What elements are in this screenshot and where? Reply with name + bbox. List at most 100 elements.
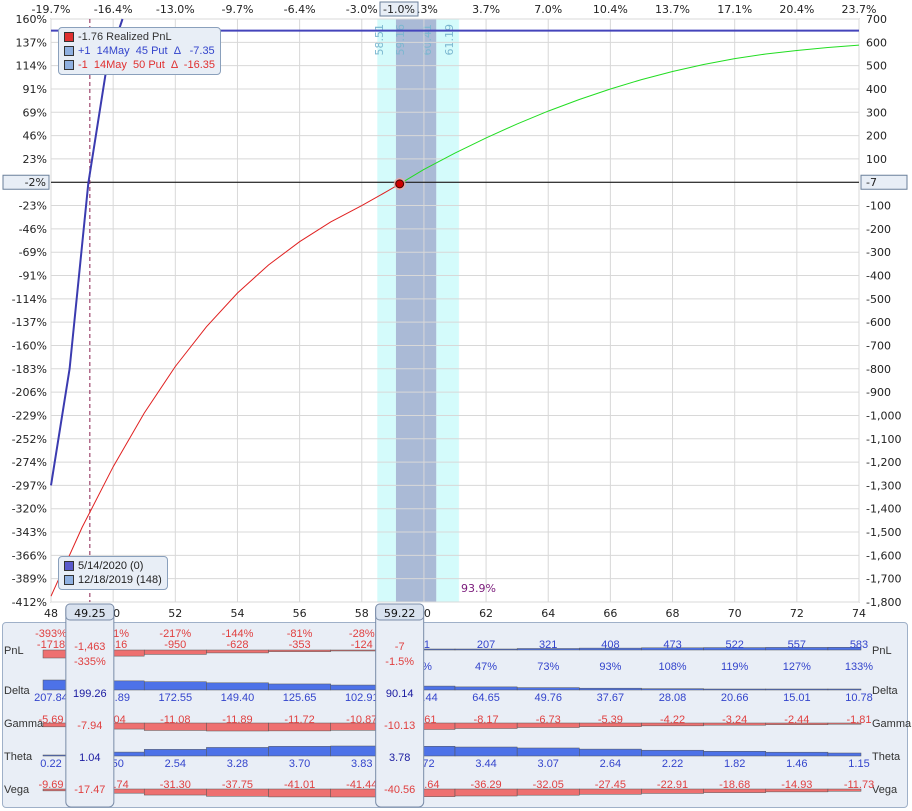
legend-swatch (64, 575, 74, 585)
left-current-label: -2% (25, 176, 46, 189)
x-tick-label-9: 66 (603, 607, 617, 620)
top-tick-label-9: 10.4% (593, 3, 628, 16)
band-0 (377, 19, 396, 602)
left-tick-label-15: -183% (12, 363, 47, 376)
x-tick-label-7: 62 (479, 607, 493, 620)
legend-text: 5/14/2020 (0) (78, 560, 144, 572)
right-tick-label-21: -1,400 (866, 503, 901, 516)
top-current-label: -1.0% (383, 3, 415, 16)
left-tick-label-4: 69% (23, 106, 47, 119)
right-tick-label-4: 300 (866, 106, 887, 119)
left-tick-label-19: -274% (12, 456, 47, 469)
right-tick-label-13: -600 (866, 316, 891, 329)
legend-entry-0: -1.76 Realized PnL (64, 30, 215, 44)
right-tick-label-1: 600 (866, 36, 887, 49)
left-tick-label-12: -114% (12, 293, 47, 306)
right-tick-label-11: -400 (866, 270, 891, 283)
x-tick-label-5: 58 (355, 607, 369, 620)
right-tick-label-10: -300 (866, 246, 891, 259)
left-tick-label-10: -69% (19, 246, 47, 259)
legend-entry-2: -1 14May 50 Put Δ -16.35 (64, 58, 215, 72)
x-tick-label-2: 52 (168, 607, 182, 620)
band-label-1: 59.16 (394, 24, 407, 56)
left-tick-label-24: -389% (12, 573, 47, 586)
top-tick-label-1: -16.4% (94, 3, 133, 16)
right-tick-label-19: -1,200 (866, 456, 901, 469)
left-tick-label-1: 137% (16, 36, 47, 49)
left-tick-label-2: 114% (16, 60, 47, 73)
date-legend-entry-1: 12/18/2019 (148) (64, 573, 162, 587)
x-tick-label-11: 70 (728, 607, 742, 620)
left-tick-label-23: -366% (12, 549, 47, 562)
x-tick-label-8: 64 (541, 607, 555, 620)
top-tick-label-10: 13.7% (655, 3, 690, 16)
left-tick-label-8: -23% (19, 200, 47, 213)
left-tick-label-9: -46% (19, 223, 47, 236)
right-tick-label-9: -200 (866, 223, 891, 236)
right-tick-label-0: 700 (866, 13, 887, 26)
band-label-0: 58.51 (373, 24, 386, 56)
right-tick-label-24: -1,700 (866, 573, 901, 586)
band-label-2: 60.41 (421, 24, 434, 56)
legend-swatch (64, 60, 74, 70)
right-tick-label-25: -1,800 (866, 596, 901, 609)
left-tick-label-14: -160% (12, 339, 47, 352)
top-tick-label-5: -3.0% (346, 3, 378, 16)
x-tick-label-6: 60 (417, 607, 431, 620)
x-tick-label-3: 54 (230, 607, 244, 620)
date-legend-entry-0: 5/14/2020 (0) (64, 559, 162, 573)
x-tick-label-13: 74 (852, 607, 866, 620)
right-tick-label-5: 200 (866, 130, 887, 143)
top-tick-label-4: -6.4% (284, 3, 316, 16)
right-tick-label-23: -1,600 (866, 549, 901, 562)
top-legend: -1.76 Realized PnL +1 14May 45 Put Δ -7.3… (58, 27, 221, 75)
top-tick-label-12: 20.4% (779, 3, 814, 16)
x-tick-label-12: 72 (790, 607, 804, 620)
x-tick-label-4: 56 (293, 607, 307, 620)
legend-swatch (64, 32, 74, 42)
right-tick-label-8: -100 (866, 200, 891, 213)
band-label-3: 61.19 (443, 24, 456, 56)
top-tick-label-11: 17.1% (717, 3, 752, 16)
right-tick-label-15: -800 (866, 363, 891, 376)
legend-text: 12/18/2019 (148) (78, 574, 162, 586)
bottom-legend: 5/14/2020 (0) 12/18/2019 (148) (58, 556, 168, 590)
right-tick-label-22: -1,500 (866, 526, 901, 539)
legend-swatch (64, 46, 74, 56)
left-tick-label-6: 23% (23, 153, 47, 166)
left-tick-label-18: -252% (12, 433, 47, 446)
x-tick-label-1: 50 (106, 607, 120, 620)
top-tick-label-3: -9.7% (222, 3, 254, 16)
current-point (395, 179, 405, 189)
legend-swatch (64, 561, 74, 571)
left-tick-label-20: -297% (12, 479, 47, 492)
band-2 (436, 19, 459, 602)
left-tick-label-16: -206% (12, 386, 47, 399)
x-tick-label-10: 68 (666, 607, 680, 620)
left-tick-label-3: 91% (23, 83, 47, 96)
top-tick-label-2: -13.0% (156, 3, 195, 16)
left-tick-label-5: 46% (23, 130, 47, 143)
left-tick-label-21: -320% (12, 503, 47, 516)
greeks-panel (2, 622, 908, 808)
left-tick-label-0: 160% (16, 13, 47, 26)
right-tick-label-3: 400 (866, 83, 887, 96)
left-tick-label-13: -137% (12, 316, 47, 329)
probability-label: 93.9% (461, 582, 496, 595)
right-tick-label-20: -1,300 (866, 479, 901, 492)
legend-text: -1.76 Realized PnL (78, 31, 172, 43)
right-tick-label-14: -700 (866, 339, 891, 352)
left-tick-label-11: -91% (19, 270, 47, 283)
left-tick-label-17: -229% (12, 409, 47, 422)
right-tick-label-17: -1,000 (866, 409, 901, 422)
right-tick-label-18: -1,100 (866, 433, 901, 446)
right-tick-label-2: 500 (866, 60, 887, 73)
band-1 (395, 19, 437, 602)
legend-text: +1 14May 45 Put Δ -7.35 (78, 45, 215, 57)
right-tick-label-16: -900 (866, 386, 891, 399)
legend-text: -1 14May 50 Put Δ -16.35 (78, 59, 215, 71)
left-tick-label-25: -412% (12, 596, 47, 609)
top-tick-label-7: 3.7% (472, 3, 500, 16)
right-current-label: -7 (866, 176, 877, 189)
band-edge (458, 19, 460, 602)
